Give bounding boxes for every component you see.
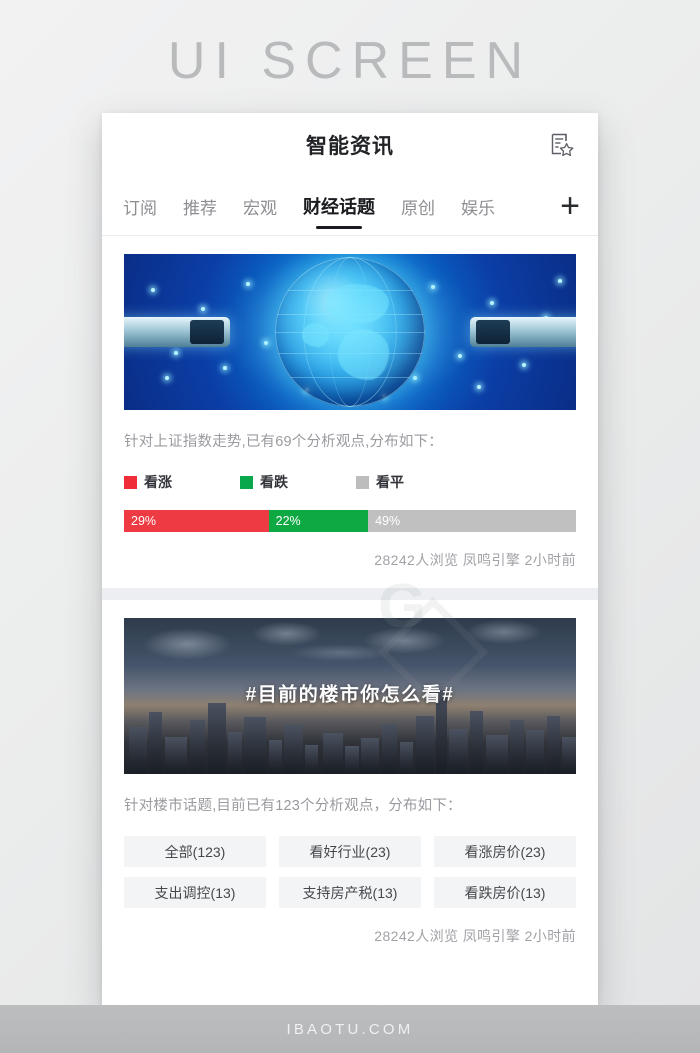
card-meta: 28242人浏览 凤鸣引擎 2小时前 (374, 552, 576, 568)
network-plug-right (470, 317, 576, 347)
footer-watermark-text: IBAOTU.COM (286, 1020, 414, 1038)
feed-card-housing-market[interactable]: #目前的楼市你怎么看# 针对楼市话题,目前已有123个分析观点，分布如下： 全部… (102, 600, 598, 946)
tab-label: 原创 (401, 198, 435, 218)
spark-dots (124, 254, 576, 410)
card-description: 针对上证指数走势,已有69个分析观点,分布如下： (124, 434, 443, 450)
page-title: UI SCREEN (167, 32, 533, 90)
card-media-city[interactable]: #目前的楼市你怎么看# (124, 618, 576, 774)
network-plug-left (124, 317, 230, 347)
legend-swatch-bearish (240, 475, 253, 489)
card-meta: 28242人浏览 凤鸣引擎 2小时前 (374, 928, 576, 944)
tab-label: 推荐 (183, 198, 217, 218)
card-separator (102, 588, 598, 600)
tab-label: 财经话题 (303, 197, 375, 217)
document-star-icon[interactable] (548, 131, 576, 159)
tab-recommend[interactable]: 推荐 (170, 177, 230, 235)
sentiment-distribution-bar: 29% 22% 49% (124, 510, 576, 532)
legend-swatch-bullish (124, 475, 137, 489)
tag-all[interactable]: 全部(123) (124, 836, 266, 867)
app-header: 智能资讯 (102, 113, 598, 177)
plus-icon: + (560, 187, 580, 225)
legend-label: 看涨 (144, 474, 172, 490)
tag-price-up[interactable]: 看涨房价(23) (434, 836, 576, 867)
media-caption: #目前的楼市你怎么看# (245, 684, 455, 706)
legend-item-bearish: 看跌 (240, 472, 288, 492)
feed-list: 针对上证指数走势,已有69个分析观点,分布如下： 看涨 看跌 看平 29% 22… (102, 236, 598, 946)
tab-original[interactable]: 原创 (388, 177, 448, 235)
tab-label: 订阅 (123, 198, 157, 218)
tab-label: 娱乐 (461, 198, 495, 218)
globe-network-image (124, 254, 576, 410)
globe-sphere (275, 257, 425, 407)
tag-property-tax[interactable]: 支持房产税(13) (279, 877, 421, 908)
legend-item-neutral: 看平 (356, 472, 404, 492)
legend-swatch-neutral (356, 475, 369, 489)
footer-watermark-bar: IBAOTU.COM (0, 1005, 700, 1053)
add-channel-button[interactable]: + (542, 177, 598, 235)
bar-segment-bearish: 22% (268, 510, 369, 532)
bar-segment-bullish: 29% (124, 510, 269, 532)
tabbar: 订阅 推荐 宏观 财经话题 原创 娱乐 + (102, 177, 598, 235)
phone-device: 智能资讯 订阅 推荐 宏观 财经话题 原创 娱乐 + 针对上证指数走势,已有69… (102, 113, 598, 1005)
topic-tag-grid: 全部(123) 看好行业(23) 看涨房价(23) 支出调控(13) 支持房产税… (124, 836, 576, 908)
app-title: 智能资讯 (306, 135, 394, 158)
legend-label: 看跌 (260, 474, 288, 490)
feed-card-stock-index[interactable]: 针对上证指数走势,已有69个分析观点,分布如下： 看涨 看跌 看平 29% 22… (102, 236, 598, 570)
tag-bullish-industry[interactable]: 看好行业(23) (279, 836, 421, 867)
tab-subscribe[interactable]: 订阅 (110, 177, 170, 235)
tabs-scroll[interactable]: 订阅 推荐 宏观 财经话题 原创 娱乐 (102, 177, 542, 235)
bar-segment-neutral: 49% (368, 510, 576, 532)
tag-spending-control[interactable]: 支出调控(13) (124, 877, 266, 908)
tab-entertainment[interactable]: 娱乐 (448, 177, 508, 235)
sentiment-legend: 看涨 看跌 看平 (124, 472, 576, 492)
city-skyline-image: #目前的楼市你怎么看# (124, 618, 576, 774)
tab-label: 宏观 (243, 198, 277, 218)
tab-macro[interactable]: 宏观 (230, 177, 290, 235)
tag-price-down[interactable]: 看跌房价(13) (434, 877, 576, 908)
card-media-globe[interactable] (124, 254, 576, 410)
legend-label: 看平 (376, 474, 404, 490)
card-description: 针对楼市话题,目前已有123个分析观点，分布如下： (124, 798, 462, 814)
legend-item-bullish: 看涨 (124, 472, 172, 492)
tab-finance-topics[interactable]: 财经话题 (290, 177, 388, 235)
tab-underline (316, 226, 362, 229)
